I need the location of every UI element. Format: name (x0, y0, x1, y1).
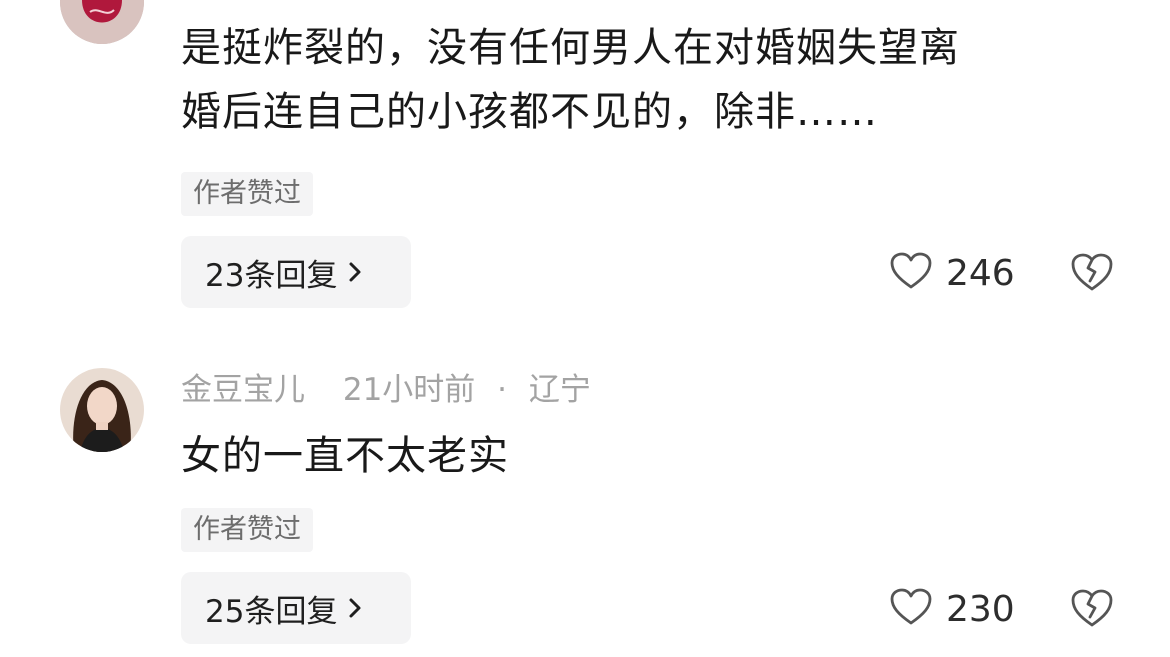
comment-text-line: 是挺炸裂的，没有任何男人在对婚姻失望离 (181, 25, 960, 71)
comment-item: 是挺炸裂的，没有任何男人在对婚姻失望离 婚后连自己的小孩都不见的，除非…… 作者… (0, 0, 1170, 330)
avatar[interactable] (60, 368, 144, 452)
meta-separator: · (497, 372, 508, 408)
heart-outline-icon (890, 252, 932, 294)
timestamp: 21小时前 (342, 372, 476, 408)
username[interactable]: 金豆宝儿 (181, 372, 305, 408)
avatar-image (60, 0, 144, 44)
avatar-image (60, 368, 144, 452)
chevron-right-icon (347, 260, 363, 284)
author-liked-badge: 作者赞过 (181, 172, 313, 216)
view-replies-button[interactable]: 23条回复 (181, 236, 411, 308)
comment-meta: 金豆宝儿 21小时前 · 辽宁 (181, 370, 591, 410)
comment-item: 金豆宝儿 21小时前 · 辽宁 女的一直不太老实 作者赞过 25条回复 230 (0, 330, 1170, 657)
heart-outline-icon (890, 588, 932, 630)
like-button[interactable]: 230 (890, 584, 1015, 634)
like-count: 230 (946, 588, 1015, 630)
comment-text: 是挺炸裂的，没有任何男人在对婚姻失望离 婚后连自己的小孩都不见的，除非…… (181, 16, 1141, 144)
avatar[interactable] (60, 0, 144, 44)
reply-count-label: 23条回复 (205, 257, 338, 294)
location: 辽宁 (528, 372, 591, 408)
chevron-right-icon (347, 596, 363, 620)
broken-heart-icon[interactable] (1070, 587, 1114, 631)
author-liked-badge: 作者赞过 (181, 508, 313, 552)
comment-text: 女的一直不太老实 (181, 433, 509, 479)
view-replies-button[interactable]: 25条回复 (181, 572, 411, 644)
broken-heart-icon[interactable] (1070, 251, 1114, 295)
like-count: 246 (946, 252, 1015, 294)
reply-count-label: 25条回复 (205, 593, 338, 630)
comment-text-line: 婚后连自己的小孩都不见的，除非…… (181, 89, 878, 135)
like-button[interactable]: 246 (890, 248, 1015, 298)
